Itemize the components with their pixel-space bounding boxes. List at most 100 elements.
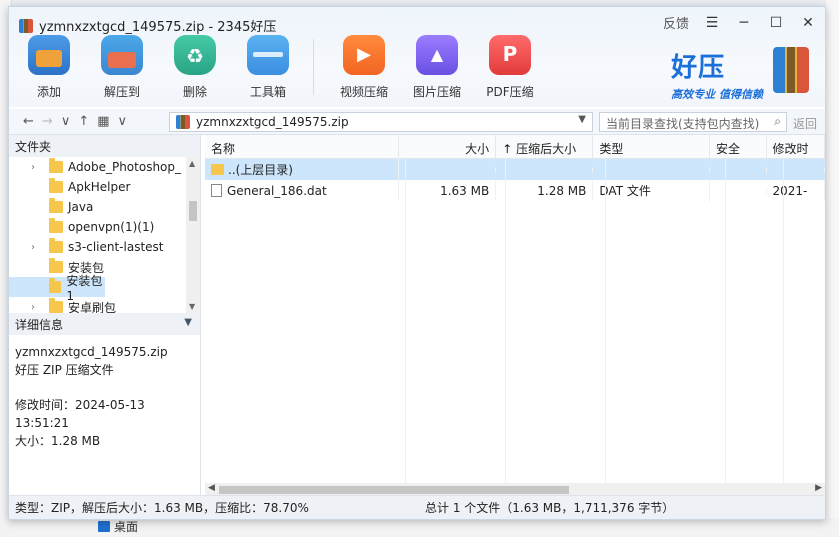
expand-icon[interactable]: › — [31, 242, 35, 253]
column-security[interactable]: 安全 — [710, 135, 767, 158]
column-size[interactable]: 大小 — [399, 135, 497, 158]
column-type[interactable]: 类型 — [593, 135, 710, 158]
collapse-icon[interactable]: ▼ — [184, 317, 192, 328]
brand-name: 好压 — [671, 53, 726, 83]
brand-slogan: 高效专业 值得信赖 — [671, 88, 763, 101]
zip-icon — [176, 115, 190, 129]
parent-directory-row[interactable]: ..(上层目录) — [205, 158, 825, 181]
menu-icon[interactable]: ☰ — [703, 15, 721, 31]
search-input[interactable]: 当前目录查找(支持包内查找) ⌕ — [599, 112, 787, 132]
left-panel: 文件夹 › Adobe_Photoshop_ ApkHelper Java openvp… — [9, 135, 201, 497]
add-icon — [28, 35, 70, 75]
details-filetype: 好压 ZIP 压缩文件 — [15, 363, 114, 377]
extract-label: 解压到 — [103, 85, 140, 99]
path-dropdown-icon[interactable]: ▼ — [578, 114, 586, 125]
column-modified[interactable]: 修改时 — [767, 135, 825, 158]
folder-icon — [49, 278, 62, 293]
toolbar: 添加 解压到 删除 工具箱 视频压缩 图片压缩 PDF压缩 — [9, 35, 543, 100]
folder-tree-item[interactable]: › Adobe_Photoshop_ — [9, 157, 200, 177]
back-icon[interactable]: ← — [23, 114, 34, 129]
window-controls: 反馈 ☰ ─ ☐ ✕ — [663, 13, 817, 33]
file-row[interactable]: General_186.dat 1.63 MB 1.28 MB DAT 文件 2021- — [205, 179, 825, 202]
maximize-icon[interactable]: ☐ — [767, 15, 785, 31]
folder-pane-header: 文件夹 — [9, 135, 200, 157]
close-icon[interactable]: ✕ — [799, 15, 817, 31]
details-pane-header[interactable]: 详细信息 ▼ — [9, 313, 200, 335]
column-name[interactable]: 名称 — [205, 135, 399, 158]
cell-security — [710, 166, 767, 173]
background-right — [826, 0, 839, 537]
hscroll-thumb[interactable] — [219, 486, 569, 494]
up-icon[interactable]: ↑ — [78, 114, 89, 129]
toolbox-button[interactable]: 工具箱 — [235, 35, 301, 100]
image-compress-label: 图片压缩 — [412, 85, 461, 99]
tree-scrollbar[interactable]: ▲ ▼ — [186, 157, 200, 313]
view-dropdown-icon[interactable]: ∨ — [118, 114, 128, 129]
cell-modified — [767, 166, 825, 173]
folder-tree-item[interactable]: openvpn(1)(1) — [9, 217, 200, 237]
image-compress-button[interactable]: 图片压缩 — [404, 35, 470, 100]
column-compressed-size[interactable]: ↑ 压缩后大小 — [496, 135, 594, 158]
column-gridlines — [205, 159, 825, 483]
folder-tree-item[interactable]: Java — [9, 197, 200, 217]
pdf-icon — [489, 35, 531, 75]
feedback-button[interactable]: 反馈 — [663, 13, 689, 32]
desktop-label: 桌面 — [114, 520, 139, 534]
app-window: yzmnxzxtgcd_149575.zip - 2345好压 反馈 ☰ ─ ☐… — [8, 6, 826, 520]
folder-tree-item[interactable]: ApkHelper — [9, 177, 200, 197]
history-dropdown-icon[interactable]: ∨ — [61, 114, 71, 129]
scroll-down-icon[interactable]: ▼ — [189, 302, 195, 311]
folder-tree-item[interactable]: › 安卓刷包 — [9, 297, 200, 313]
cell-name: ..(上层目录) — [205, 158, 399, 181]
details-content: yzmnxzxtgcd_149575.zip 好压 ZIP 压缩文件 修改时间：… — [9, 335, 200, 458]
folder-tree-item[interactable]: › s3-client-lastest — [9, 237, 200, 257]
folder-icon — [49, 258, 63, 273]
minimize-icon[interactable]: ─ — [735, 15, 753, 31]
address-bar: ← → ∨ ↑ ▦ ∨ yzmnxzxtgcd_149575.zip ▼ 当前目… — [9, 109, 825, 135]
forward-icon[interactable]: → — [42, 114, 53, 129]
scroll-right-icon[interactable]: ▶ — [815, 483, 822, 493]
video-icon — [343, 35, 385, 75]
video-compress-label: 视频压缩 — [339, 85, 388, 99]
window-title-text: yzmnxzxtgcd_149575.zip - 2345好压 — [39, 20, 277, 35]
cell-name: General_186.dat — [205, 180, 399, 201]
expand-icon[interactable]: › — [31, 302, 35, 313]
background-explorer: 桌面 — [0, 518, 839, 537]
extract-button[interactable]: 解压到 — [89, 35, 155, 100]
folder-label: openvpn(1)(1) — [68, 220, 155, 234]
folder-icon — [49, 298, 63, 313]
add-button[interactable]: 添加 — [16, 35, 82, 100]
expand-icon[interactable]: › — [31, 162, 35, 173]
path-text: yzmnxzxtgcd_149575.zip — [196, 115, 349, 129]
folder-icon — [49, 178, 63, 193]
view-mode-icon[interactable]: ▦ — [97, 114, 109, 129]
desktop-item[interactable]: 桌面 — [98, 518, 138, 535]
image-icon — [416, 35, 458, 75]
path-input[interactable]: yzmnxzxtgcd_149575.zip ▼ — [169, 112, 593, 132]
folder-icon — [49, 158, 63, 173]
toolbox-icon — [247, 35, 289, 75]
folder-tree-item[interactable]: 安装包1 — [9, 274, 105, 303]
folder-label: ApkHelper — [68, 180, 131, 194]
brand-logo: 好压 高效专业 值得信赖 — [671, 47, 809, 102]
delete-button[interactable]: 删除 — [162, 35, 228, 100]
pdf-compress-button[interactable]: PDF压缩 — [477, 35, 543, 100]
toolbar-divider — [313, 39, 314, 95]
extract-icon — [101, 35, 143, 75]
pdf-compress-label: PDF压缩 — [486, 85, 534, 99]
return-button[interactable]: 返回 — [793, 115, 817, 132]
status-archive-info: 类型：ZIP，解压后大小：1.63 MB，压缩比：78.70% — [15, 501, 309, 515]
file-icon — [211, 183, 222, 197]
status-total: 总计 1 个文件（1.63 MB，1,711,376 字节） — [425, 501, 675, 515]
cell-type: DAT 文件 — [593, 179, 710, 202]
scroll-thumb[interactable] — [189, 201, 197, 221]
cell-security — [710, 187, 767, 194]
folder-pane-title: 文件夹 — [15, 139, 52, 154]
video-compress-button[interactable]: 视频压缩 — [331, 35, 397, 100]
column-headers: 名称 大小 ↑ 压缩后大小 类型 安全 修改时 — [205, 135, 825, 159]
scroll-up-icon[interactable]: ▲ — [189, 159, 195, 168]
search-icon[interactable]: ⌕ — [774, 114, 781, 129]
scroll-left-icon[interactable]: ◀ — [208, 483, 215, 493]
cell-compressed-size — [496, 166, 594, 173]
folder-label: 安卓刷包 — [68, 300, 117, 314]
